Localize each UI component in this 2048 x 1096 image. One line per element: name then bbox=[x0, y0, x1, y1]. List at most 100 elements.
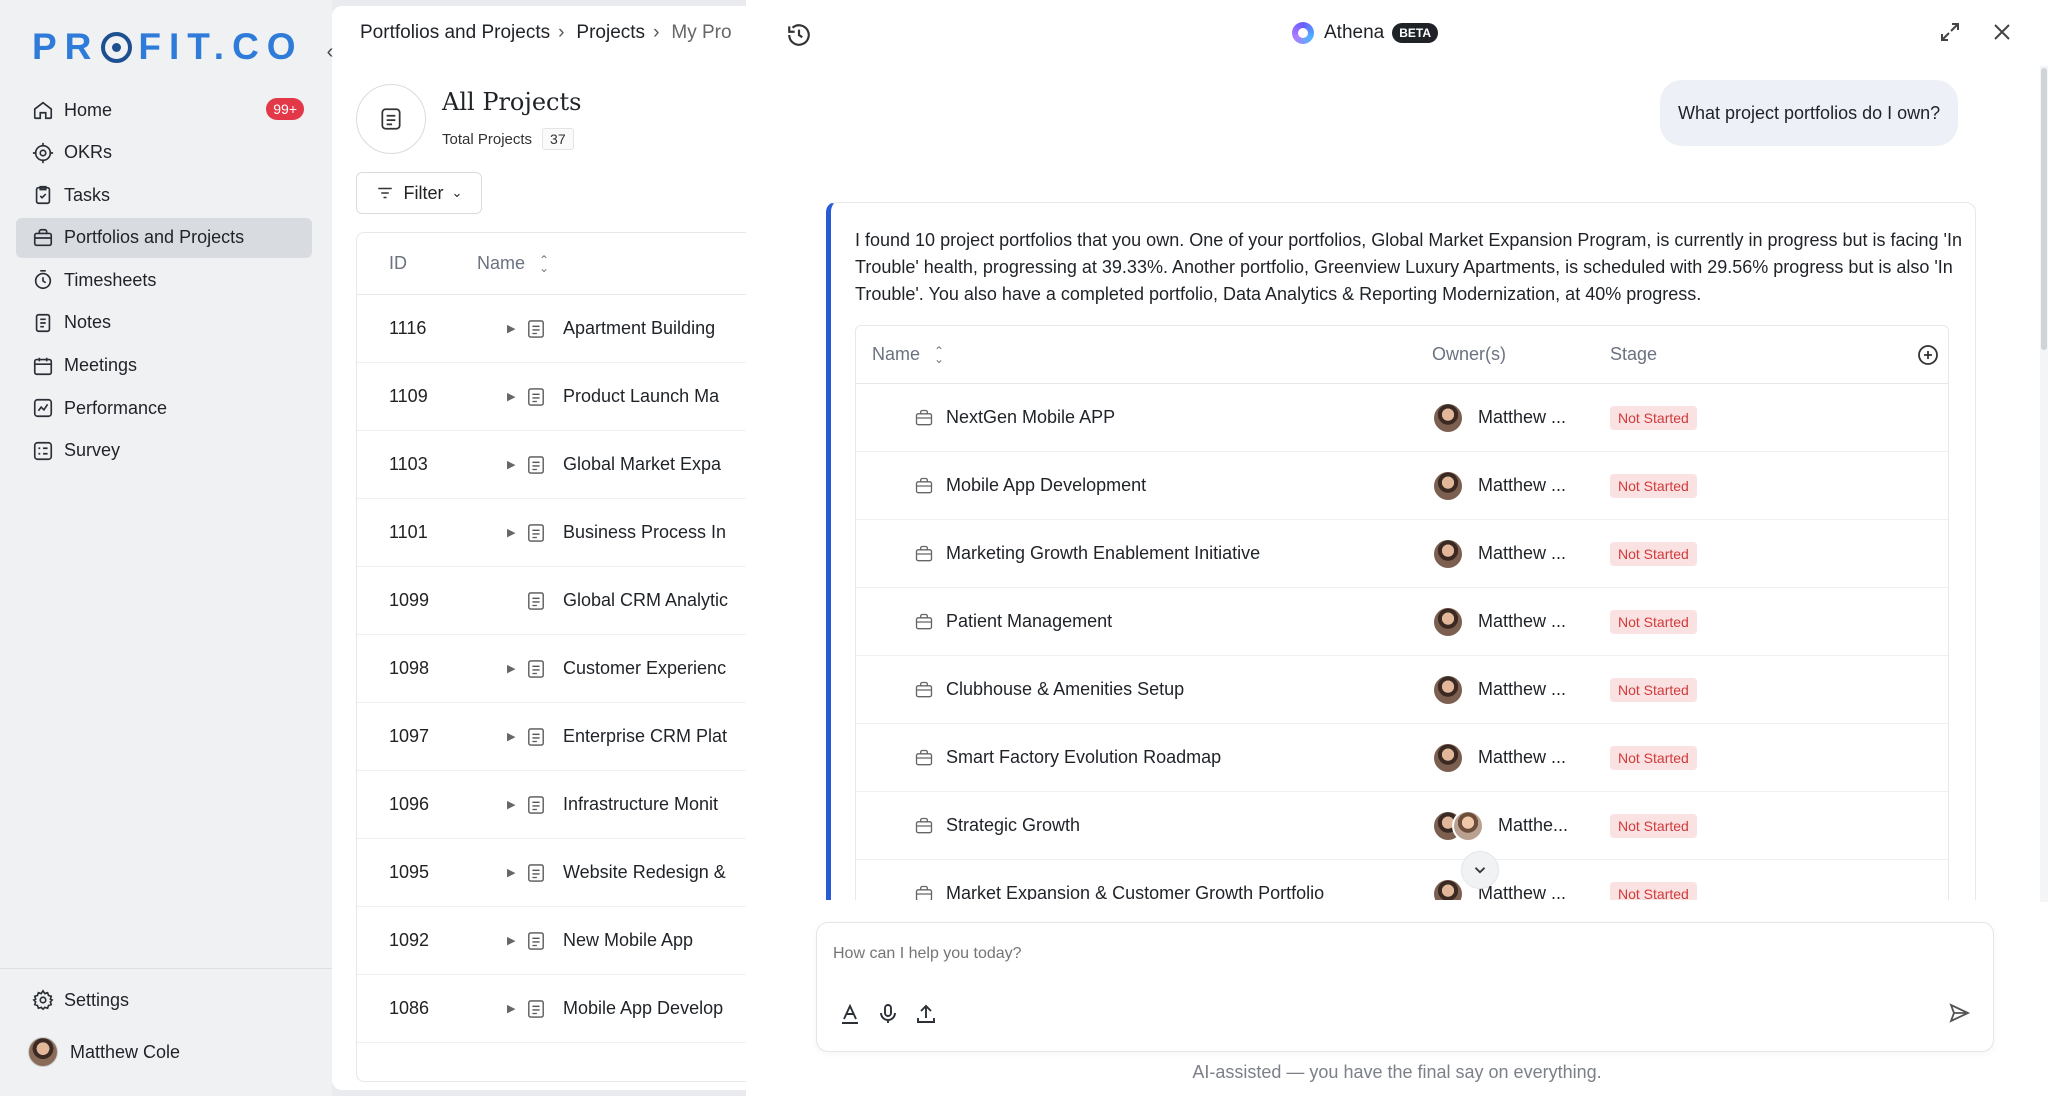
table-row[interactable]: Patient Management Matthew ... Not Started bbox=[856, 588, 1948, 656]
table-row[interactable]: 1098 ▶ Customer Experienc bbox=[357, 635, 752, 703]
portfolio-name-cell[interactable]: Clubhouse & Amenities Setup bbox=[856, 679, 1432, 700]
row-id: 1109 bbox=[389, 386, 428, 406]
table-row[interactable]: Mobile App Development Matthew ... Not Sta… bbox=[856, 452, 1948, 520]
row-id: 1099 bbox=[389, 590, 430, 610]
text-format-icon[interactable] bbox=[837, 1001, 863, 1027]
expand-caret-icon[interactable]: ▶ bbox=[507, 322, 527, 335]
column-id[interactable]: ID bbox=[357, 253, 477, 274]
expand-caret-icon[interactable]: ▶ bbox=[507, 866, 527, 879]
table-row[interactable]: 1096 ▶ Infrastructure Monit bbox=[357, 771, 752, 839]
expand-icon[interactable] bbox=[1938, 20, 1962, 44]
scroll-down-button[interactable] bbox=[1461, 851, 1499, 889]
column-name[interactable]: Name ⌃ ⌄ bbox=[856, 344, 1432, 365]
portfolio-name-cell[interactable]: Patient Management bbox=[856, 611, 1432, 632]
close-icon[interactable] bbox=[1990, 20, 2016, 46]
column-stage[interactable]: Stage bbox=[1610, 344, 1810, 365]
sidebar-item-okrs[interactable]: OKRs bbox=[16, 133, 312, 173]
sidebar-item-label: Home bbox=[64, 99, 113, 120]
briefcase-icon bbox=[915, 885, 933, 900]
row-name[interactable]: Global Market Expa bbox=[563, 454, 721, 475]
sort-icon[interactable]: ⌃ ⌄ bbox=[539, 254, 549, 274]
row-name[interactable]: Customer Experienc bbox=[563, 658, 726, 679]
row-name[interactable]: Global CRM Analytic bbox=[563, 590, 728, 611]
table-row[interactable]: 1103 ▶ Global Market Expa bbox=[357, 431, 752, 499]
portfolio-name: Marketing Growth Enablement Initiative bbox=[946, 543, 1261, 563]
user-profile[interactable]: Matthew Cole bbox=[28, 1037, 180, 1067]
row-name[interactable]: New Mobile App bbox=[563, 930, 693, 951]
row-name[interactable]: Product Launch Ma bbox=[563, 386, 719, 407]
sidebar-item-label: OKRs bbox=[64, 142, 113, 163]
column-name[interactable]: Name ⌃ ⌄ bbox=[477, 253, 549, 274]
briefcase-icon bbox=[915, 681, 933, 697]
table-row[interactable]: 1097 ▶ Enterprise CRM Plat bbox=[357, 703, 752, 771]
history-icon[interactable] bbox=[786, 22, 812, 48]
table-row[interactable]: Smart Factory Evolution Roadmap Matthew .… bbox=[856, 724, 1948, 792]
expand-caret-icon[interactable]: ▶ bbox=[507, 730, 527, 743]
table-row[interactable]: 1086 ▶ Mobile App Develop bbox=[357, 975, 752, 1043]
row-id: 1096 bbox=[389, 794, 430, 814]
expand-caret-icon[interactable]: ▶ bbox=[507, 662, 527, 675]
expand-caret-icon[interactable]: ▶ bbox=[507, 934, 527, 947]
table-row[interactable]: Market Expansion & Customer Growth Portf… bbox=[856, 860, 1948, 900]
expand-caret-icon[interactable]: ▶ bbox=[507, 390, 527, 403]
table-row[interactable]: Clubhouse & Amenities Setup Matthew ... No… bbox=[856, 656, 1948, 724]
table-row[interactable]: NextGen Mobile APP Matthew ... Not Started bbox=[856, 384, 1948, 452]
sidebar-item-tasks[interactable]: Tasks bbox=[16, 175, 312, 215]
expand-caret-icon[interactable]: ▶ bbox=[507, 798, 527, 811]
document-icon bbox=[527, 591, 553, 611]
row-name[interactable]: Infrastructure Monit bbox=[563, 794, 718, 815]
sidebar-item-label: Notes bbox=[64, 312, 112, 333]
sidebar-item-portfolios[interactable]: Portfolios and Projects bbox=[16, 217, 312, 258]
panel-scrollbar[interactable] bbox=[2040, 66, 2048, 902]
portfolio-name-cell[interactable]: NextGen Mobile APP bbox=[856, 407, 1432, 428]
column-owner[interactable]: Owner(s) bbox=[1432, 344, 1610, 365]
row-name[interactable]: Mobile App Develop bbox=[563, 998, 723, 1019]
sidebar-item-performance[interactable]: Performance bbox=[16, 388, 312, 428]
row-name[interactable]: Enterprise CRM Plat bbox=[563, 726, 727, 747]
table-row[interactable]: 1099 Global CRM Analytic bbox=[357, 567, 752, 635]
table-row[interactable]: Marketing Growth Enablement Initiative Ma… bbox=[856, 520, 1948, 588]
sidebar-item-meetings[interactable]: Meetings bbox=[16, 346, 312, 386]
portfolio-name-cell[interactable]: Strategic Growth bbox=[856, 815, 1432, 836]
panel-header: Athena BETA bbox=[1292, 22, 1439, 44]
table-row[interactable]: 1109 ▶ Product Launch Ma bbox=[357, 363, 752, 431]
stage-cell: Not Started bbox=[1610, 814, 1697, 838]
briefcase-icon bbox=[32, 227, 54, 249]
settings-link[interactable]: Settings bbox=[32, 989, 129, 1011]
send-icon[interactable] bbox=[1947, 1001, 1973, 1027]
sidebar-item-survey[interactable]: Survey bbox=[16, 431, 312, 471]
row-id: 1086 bbox=[389, 998, 430, 1018]
sidebar-item-timesheets[interactable]: Timesheets bbox=[16, 260, 312, 300]
microphone-icon[interactable] bbox=[875, 1001, 901, 1027]
profit-co-logo[interactable]: PR FIT.CO bbox=[32, 26, 304, 68]
expand-caret-icon[interactable]: ▶ bbox=[507, 1002, 527, 1015]
portfolio-name-cell[interactable]: Marketing Growth Enablement Initiative bbox=[856, 543, 1432, 564]
add-column-icon[interactable] bbox=[1916, 343, 1940, 367]
portfolio-name-cell[interactable]: Mobile App Development bbox=[856, 475, 1432, 496]
owner-cell: Matthew ... bbox=[1432, 401, 1610, 434]
settings-label: Settings bbox=[64, 989, 130, 1010]
row-name[interactable]: Website Redesign & bbox=[563, 862, 726, 883]
portfolio-name-cell[interactable]: Smart Factory Evolution Roadmap bbox=[856, 747, 1432, 768]
sidebar-item-home[interactable]: Home 99+ bbox=[16, 90, 312, 130]
chat-input[interactable] bbox=[833, 945, 1833, 963]
table-row[interactable]: 1095 ▶ Website Redesign & bbox=[357, 839, 752, 907]
collapse-sidebar-button[interactable]: ‹ bbox=[318, 40, 342, 64]
filter-button[interactable]: Filter ⌄ bbox=[356, 172, 482, 214]
scrollbar-thumb[interactable] bbox=[2041, 68, 2047, 350]
breadcrumb-projects[interactable]: Projects bbox=[576, 22, 645, 44]
sort-icon[interactable]: ⌃ ⌄ bbox=[934, 345, 944, 365]
expand-caret-icon[interactable]: ▶ bbox=[507, 458, 527, 471]
row-name[interactable]: Business Process In bbox=[563, 522, 726, 543]
table-row[interactable]: 1116 ▶ Apartment Building bbox=[357, 295, 752, 363]
sidebar-item-notes[interactable]: Notes bbox=[16, 303, 312, 343]
table-row[interactable]: 1092 ▶ New Mobile App bbox=[357, 907, 752, 975]
ai-disclaimer: AI-assisted — you have the final say on … bbox=[1192, 1062, 1602, 1082]
upload-icon[interactable] bbox=[913, 1001, 939, 1027]
portfolio-name-cell[interactable]: Market Expansion & Customer Growth Portf… bbox=[856, 883, 1432, 900]
expand-caret-icon[interactable]: ▶ bbox=[507, 526, 527, 539]
row-name[interactable]: Apartment Building bbox=[563, 318, 715, 339]
table-row[interactable]: Strategic Growth Matthe... Not Started bbox=[856, 792, 1948, 860]
table-row[interactable]: 1101 ▶ Business Process In bbox=[357, 499, 752, 567]
breadcrumb-portfolios[interactable]: Portfolios and Projects bbox=[360, 22, 550, 44]
